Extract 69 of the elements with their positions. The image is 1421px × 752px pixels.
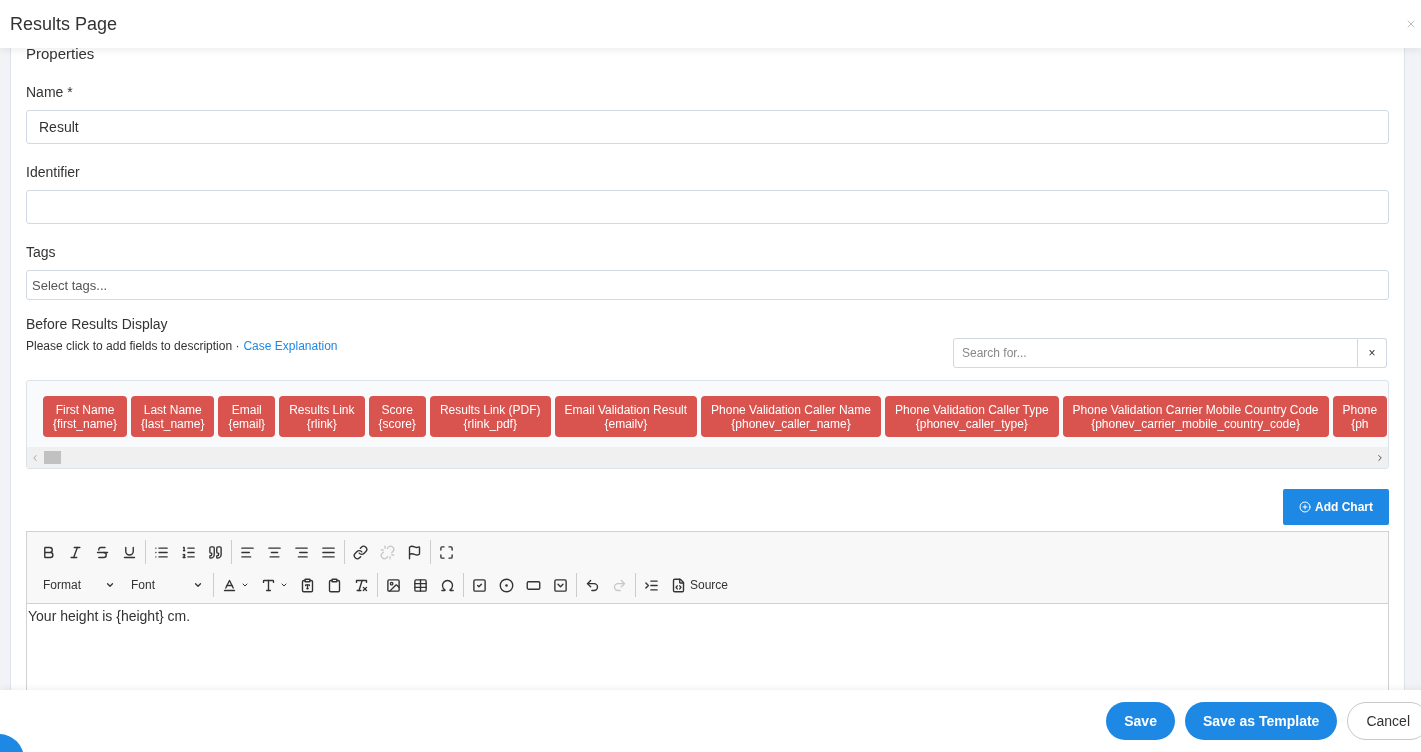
footer-button[interactable]: Cancel xyxy=(1347,702,1421,740)
field-chip[interactable]: Results Link (PDF) {rlink_pdf} xyxy=(429,396,551,437)
scroll-thumb[interactable] xyxy=(44,451,61,465)
field-chip[interactable]: Phone Validation Caller Name {phonev_caller_name} xyxy=(701,396,881,437)
bulleted-list-icon xyxy=(154,544,169,560)
search-field[interactable]: Search for... xyxy=(953,338,1358,368)
add-chart-button[interactable]: Add Chart xyxy=(1283,489,1389,525)
field-label: Tags xyxy=(26,243,57,262)
unlink-icon xyxy=(380,544,395,560)
modal-title: Results Page xyxy=(10,12,118,36)
toolbar-dropdown[interactable]: Font xyxy=(123,573,211,597)
italic-icon xyxy=(68,544,83,560)
radio-icon xyxy=(499,577,514,593)
field-chip[interactable]: Score {score} xyxy=(368,396,426,437)
field-chip[interactable]: Phone Validation Caller Type {phonev_caller_type} xyxy=(884,396,1059,437)
paste-word-icon xyxy=(327,577,342,593)
field-label: Identifier xyxy=(26,163,81,182)
text-field[interactable] xyxy=(26,190,1389,224)
footer-button[interactable]: Save xyxy=(1106,702,1175,740)
horizontal-scrollbar[interactable] xyxy=(27,447,1388,468)
omega-icon xyxy=(440,577,455,593)
toolbar-button[interactable]: Source xyxy=(665,573,735,597)
tags-field[interactable]: Select tags... xyxy=(26,270,1389,300)
field-chip[interactable]: First Name {first_name} xyxy=(43,396,128,437)
field-label: Before Results Display xyxy=(26,315,169,334)
field-chip[interactable]: Last Name {last_name} xyxy=(131,396,215,437)
toolbar-dropdown[interactable]: Format xyxy=(35,573,123,597)
case-explanation-link[interactable]: Case Explanation xyxy=(243,337,338,355)
quote-icon xyxy=(208,544,223,560)
field-chip[interactable]: Results Link {rlink} xyxy=(279,396,365,437)
checkbox-icon xyxy=(472,577,487,593)
link-icon xyxy=(353,544,368,560)
text-color-icon xyxy=(222,577,237,593)
align-right-icon xyxy=(294,544,309,560)
caret-icon xyxy=(280,581,288,589)
plus-icon xyxy=(1299,501,1311,513)
caret-icon xyxy=(105,580,115,590)
field-chip[interactable]: Email Validation Result {emailv} xyxy=(554,396,698,437)
underline-icon xyxy=(122,544,137,560)
hint-text: Please click to add fields to description · xyxy=(26,338,240,355)
redo-icon xyxy=(612,577,627,593)
text-field[interactable]: Result xyxy=(26,110,1389,144)
maximize-icon xyxy=(439,544,454,560)
indent-icon xyxy=(644,577,659,593)
field-chip[interactable]: Email {email} xyxy=(218,396,276,437)
image-icon xyxy=(386,577,401,593)
justify-icon xyxy=(321,544,336,560)
flag-icon xyxy=(407,544,422,560)
select-icon xyxy=(553,577,568,593)
footer-button[interactable]: Save as Template xyxy=(1184,702,1338,740)
source-icon xyxy=(671,577,686,593)
strikethrough-icon xyxy=(95,544,110,560)
table-icon xyxy=(413,577,428,593)
caret-icon xyxy=(193,580,203,590)
field-label: Name * xyxy=(26,83,74,102)
clear-button[interactable]: × xyxy=(1358,338,1387,368)
numbered-list-icon xyxy=(181,544,196,560)
bold-icon xyxy=(41,544,56,560)
editor-text: Your height is {height} cm. xyxy=(28,608,191,624)
caret-icon xyxy=(241,581,249,589)
field-chip[interactable]: Phone {ph xyxy=(1332,396,1388,437)
paste-text-icon xyxy=(300,577,315,593)
clear-format-icon xyxy=(354,577,369,593)
align-left-icon xyxy=(240,544,255,560)
undo-icon xyxy=(585,577,600,593)
scroll-right-icon[interactable] xyxy=(1375,452,1385,463)
align-center-icon xyxy=(267,544,282,560)
field-chip[interactable]: Phone Validation Carrier Mobile Country Code {phonev_carrier_mobile_country_code} xyxy=(1062,396,1329,437)
section-title: Properties xyxy=(26,44,96,64)
